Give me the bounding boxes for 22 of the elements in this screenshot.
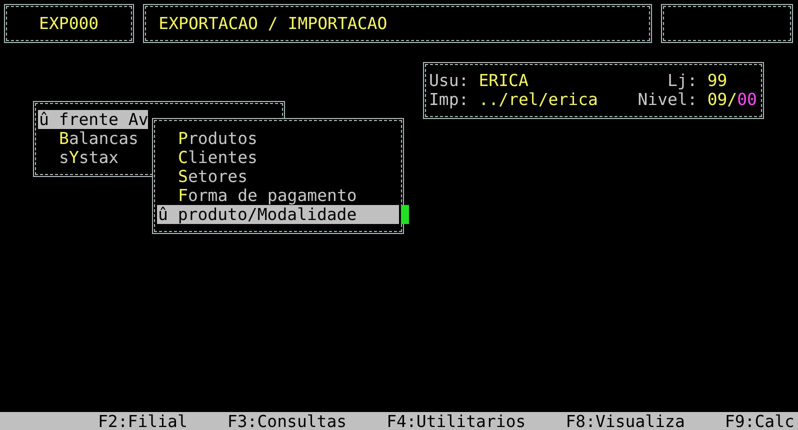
program-code: EXP000 [4,4,134,43]
level-value: 09/00 [707,90,757,109]
user-label: Usu: [429,71,469,90]
function-key[interactable]: F3:Consultas [227,412,347,430]
function-key[interactable]: F8:Visualiza [566,412,685,430]
screen-title: EXPORTACAO / IMPORTACAO [142,4,652,43]
function-key[interactable]: F4:Utilitarios [386,412,526,430]
printer-label: Imp: [429,90,469,109]
printer-value: ../rel/erica [478,90,599,109]
menu-item[interactable]: û frente Av [38,110,148,129]
menu-item[interactable]: Balancas [38,129,138,148]
submenu-item[interactable]: Forma de pagamento [157,186,357,205]
function-key[interactable]: F2:Filial [98,412,188,430]
submenu-item[interactable]: Setores [157,167,248,186]
submenu-item[interactable]: Clientes [157,148,258,167]
user-value: ERICA [478,71,530,90]
store-value: 99 [707,71,728,90]
submenu-item[interactable]: Produtos [157,129,258,148]
store-label: Lj: [666,71,698,90]
menu-item[interactable]: sYstax [38,148,119,167]
level-label: Nivel: [638,90,698,109]
function-key[interactable]: F9:Calc [724,412,794,430]
